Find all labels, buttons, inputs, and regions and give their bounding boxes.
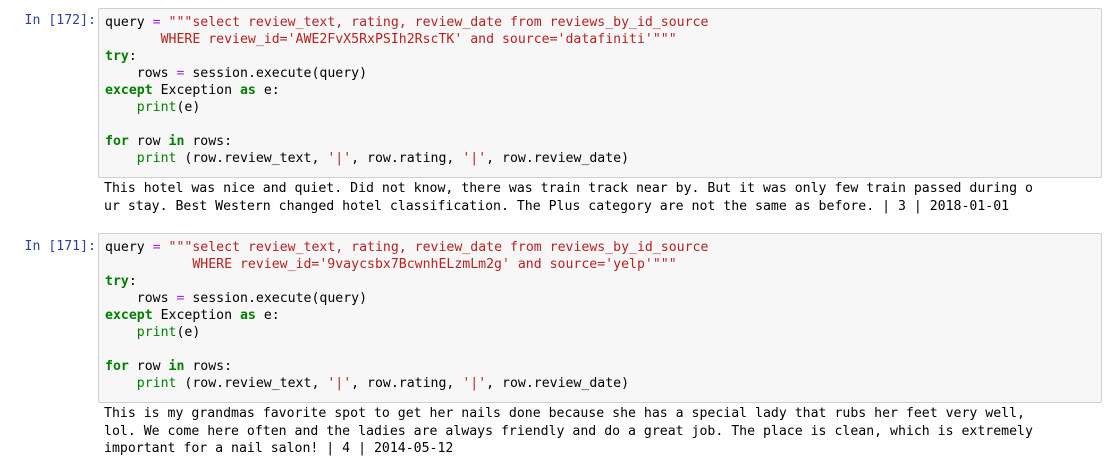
code-token: for xyxy=(105,359,129,374)
code-line: rows = session.execute(query) xyxy=(105,65,708,82)
code-token: as xyxy=(239,83,256,98)
code-line: except Exception as e: xyxy=(105,307,708,324)
code-token: : xyxy=(128,49,137,64)
code-input-area[interactable]: query = """select review_text, rating, r… xyxy=(98,8,1102,178)
code-token: rows xyxy=(105,66,177,81)
code-token: as xyxy=(239,308,256,323)
code-token: , row.rating, xyxy=(351,151,463,166)
code-token: row xyxy=(128,359,169,374)
cell-output: This hotel was nice and quiet. Did not k… xyxy=(104,180,1033,215)
code-token: try xyxy=(105,274,129,289)
code-token: Exception xyxy=(152,83,240,98)
output-line: lol. We come here often and the ladies a… xyxy=(104,423,1033,439)
notebook-cell-2: In [171]: query = """select review_text,… xyxy=(0,226,1111,464)
code-token: rows: xyxy=(184,134,233,149)
code-line: print (row.review_text, '|', row.rating,… xyxy=(105,150,708,167)
code-token: rows xyxy=(105,291,177,306)
code-token: """select review_text, rating, review_da… xyxy=(168,15,709,30)
code-line: for row in rows: xyxy=(105,358,708,375)
code-token: except xyxy=(105,308,153,323)
input-prompt: In [172]: xyxy=(24,13,96,28)
code-token: WHERE review_id='AWE2FvX5RxPSIh2RscTK' a… xyxy=(105,32,677,47)
code-input-area[interactable]: query = """select review_text, rating, r… xyxy=(98,233,1102,403)
code-line: WHERE review_id='9vaycsbx7BcwnhELzmLm2g'… xyxy=(105,256,708,273)
code-token: for xyxy=(105,134,129,149)
code-line: WHERE review_id='AWE2FvX5RxPSIh2RscTK' a… xyxy=(105,31,708,48)
notebook-cell-1: In [172]: query = """select review_text,… xyxy=(0,0,1111,226)
code-line: rows = session.execute(query) xyxy=(105,290,708,307)
code-token: = xyxy=(152,240,161,255)
code-line: print (row.review_text, '|', row.rating,… xyxy=(105,375,708,392)
code-token: print xyxy=(136,325,177,340)
code-token: row xyxy=(128,134,169,149)
code-line: query = """select review_text, rating, r… xyxy=(105,239,708,256)
input-prompt: In [171]: xyxy=(24,239,96,254)
code-line: try: xyxy=(105,273,708,290)
code-token: WHERE review_id='9vaycsbx7BcwnhELzmLm2g'… xyxy=(105,257,677,272)
code-token: (row.review_text, xyxy=(176,151,328,166)
code-token: (e) xyxy=(176,100,201,115)
code-token: '|' xyxy=(327,151,352,166)
code-token: in xyxy=(168,359,185,374)
code-token: print xyxy=(136,100,177,115)
code-token: query xyxy=(105,240,153,255)
code-token: try xyxy=(105,49,129,64)
code-editor[interactable]: query = """select review_text, rating, r… xyxy=(105,239,708,392)
cell-output: This is my grandmas favorite spot to get… xyxy=(104,405,1033,458)
code-token: (row.review_text, xyxy=(176,376,328,391)
code-token: rows: xyxy=(184,359,233,374)
code-token: e: xyxy=(255,308,280,323)
code-token: print xyxy=(136,151,177,166)
code-line: print(e) xyxy=(105,324,708,341)
code-token: '|' xyxy=(462,151,487,166)
output-line: This hotel was nice and quiet. Did not k… xyxy=(104,181,1033,196)
code-token: e: xyxy=(255,83,280,98)
code-token: , row.review_date) xyxy=(486,376,630,391)
code-line: except Exception as e: xyxy=(105,82,708,99)
code-line: try: xyxy=(105,48,708,65)
code-token: session.execute(query) xyxy=(184,66,368,81)
code-editor[interactable]: query = """select review_text, rating, r… xyxy=(105,14,708,167)
code-token: Exception xyxy=(152,308,240,323)
code-token: '|' xyxy=(327,376,352,391)
code-line: for row in rows: xyxy=(105,133,708,150)
output-line: ur stay. Best Western changed hotel clas… xyxy=(104,198,1010,214)
code-token: query xyxy=(105,15,153,30)
code-token: """select review_text, rating, review_da… xyxy=(168,240,709,255)
code-token: in xyxy=(168,134,185,149)
code-token: , row.review_date) xyxy=(486,151,630,166)
code-line: query = """select review_text, rating, r… xyxy=(105,14,708,31)
code-token: (e) xyxy=(176,325,201,340)
output-line: This is my grandmas favorite spot to get… xyxy=(104,406,1025,421)
code-token: = xyxy=(152,15,161,30)
code-token: '|' xyxy=(462,376,487,391)
code-token: except xyxy=(105,83,153,98)
code-token: session.execute(query) xyxy=(184,291,368,306)
code-token: , row.rating, xyxy=(351,376,463,391)
code-token: : xyxy=(128,274,137,289)
code-line: print(e) xyxy=(105,99,708,116)
code-token: print xyxy=(136,376,177,391)
output-line: important for a nail salon! | 4 | 2014-0… xyxy=(104,441,454,456)
